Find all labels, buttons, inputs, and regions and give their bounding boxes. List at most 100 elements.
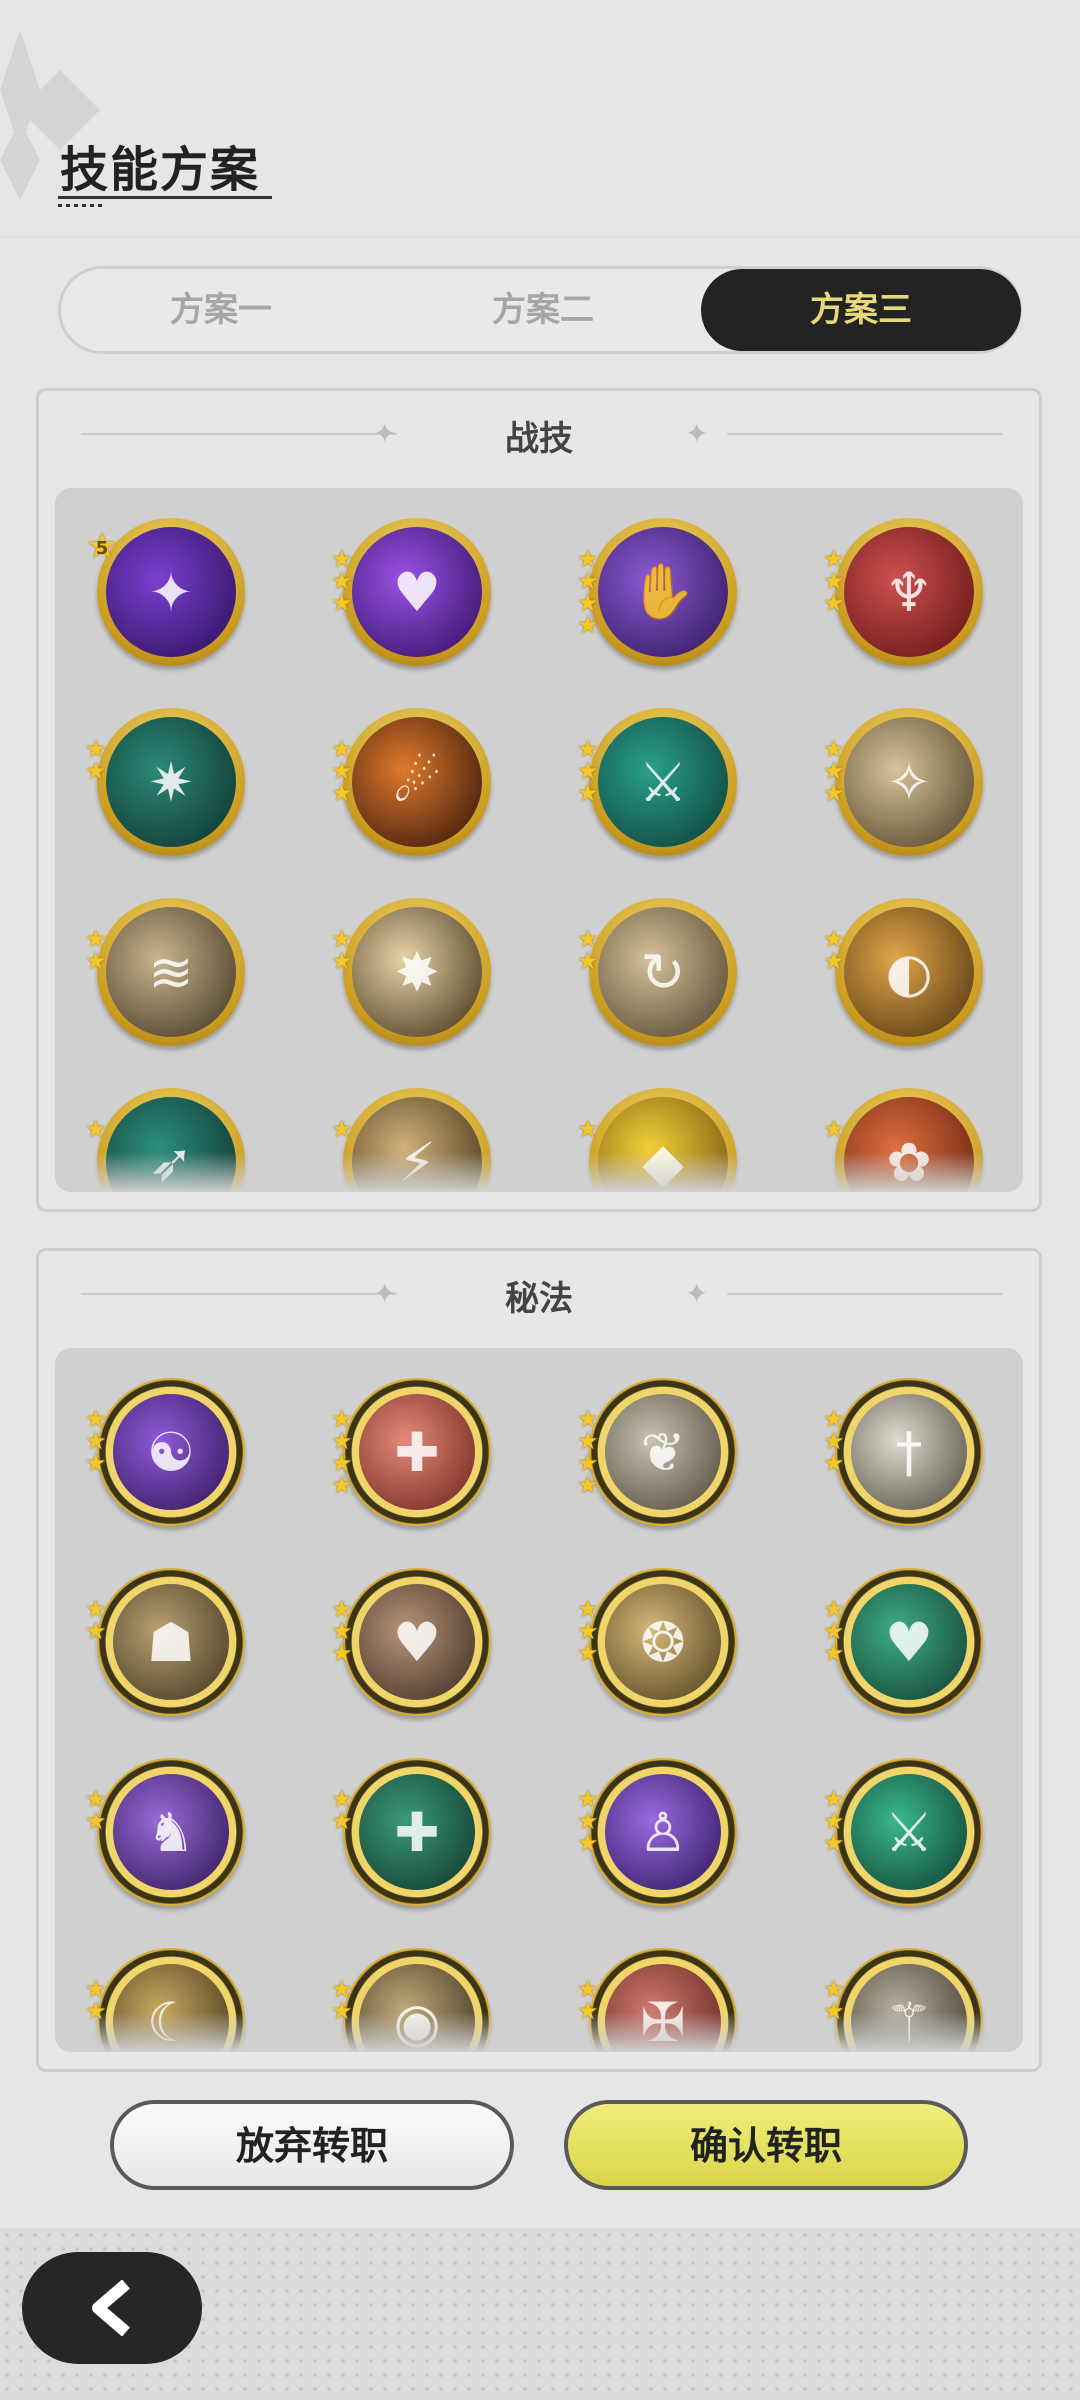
star-rating: ★ [85,1115,111,1143]
tab-plan-3[interactable]: 方案三 [701,269,1021,351]
icon-glyph: ♥ [392,560,442,624]
green-sword-burst-skill-icon[interactable]: ⚔ ★ ★ ★ [577,708,739,858]
star-icon: ★ [577,779,599,807]
star-rating: ★ ★ ★ [331,737,357,805]
icon-art: ♥ [352,527,482,657]
icon-frame: ❦ [589,1378,737,1526]
star-rating: ★ ★ ★ [823,547,849,615]
purple-orb-skill-icon[interactable]: ✦ ★ 5 [86,518,247,668]
star-icon: ★ [331,1471,353,1499]
icon-art: ✦ [106,527,236,657]
purple-claw-skill-icon[interactable]: ✋ ★ ★ ★ ★ [577,518,739,668]
tab-plan-2[interactable]: 方案二 [383,269,703,351]
icon-glyph: ⚔ [638,750,688,814]
secret-arts-panel: ✦ 秘法 ✦ ☯ ★ ★ ★ ✚ ★ ★ ★ ★ ❦ ★ ★ ★ ★ † ★ ★ ★ ☗ ★ ★ ♥ ★ ★ ★ ❂ ★ ★ ★ ♥ ★ ★ ★… [36,1248,1042,2072]
star-rating: ★ [331,1117,357,1141]
star-rating: ★ ★ ★ [331,547,357,615]
icon-glyph: ❦ [640,1420,686,1484]
gold-crescent-skill-icon[interactable]: ◐ ★ ★ [823,898,985,1048]
green-web-skill-icon[interactable]: ✷ ★ ★ [85,708,247,858]
icon-frame: ≋ [97,898,245,1046]
green-heal-circle-secret-icon[interactable]: ✚ ★ ★ [331,1758,493,1908]
star-icon: ★ [85,1807,107,1835]
fire-slash-skill-icon[interactable]: ☄ ★ ★ ★ [331,708,493,858]
icon-frame: ♙ [589,1758,737,1906]
silver-leaf-secret-icon[interactable]: ❦ ★ ★ ★ ★ [577,1378,739,1528]
icon-art: ≋ [106,907,236,1037]
divider-line [727,1293,1003,1295]
chevron-left-icon [92,2280,130,2336]
icon-glyph: ✚ [394,1420,440,1484]
star-rating: ★ ★ ★ [577,737,603,807]
purple-heart-burst-skill-icon[interactable]: ♥ ★ ★ ★ [331,518,493,668]
title-underline [58,196,272,199]
icon-frame: ☄ [343,708,491,856]
star-rating: ★ ★ [331,927,357,973]
combat-skills-panel: ✦ 战技 ✦ ✦ ★ 5 ♥ ★ ★ ★ ✋ ★ ★ ★ ★ ♆ ★ ★ ★ ✷ ★ ★ ☄ ★ ★ ★ ⚔ ★ ★ ★ ✧ ★ ★ ★ ≋ ★… [36,388,1042,1212]
icon-frame: ◐ [835,898,983,1046]
icon-frame: ✚ [343,1378,491,1526]
icon-art: ☄ [352,717,482,847]
icon-art: ✋ [598,527,728,657]
title-dots [58,204,106,207]
star-rating: ★ ★ ★ [823,1597,849,1667]
icon-frame: ♥ [343,518,491,666]
abandon-button[interactable]: 放弃转职 [110,2100,514,2190]
icon-frame: † [835,1378,983,1526]
star-icon: ★ [823,1639,845,1667]
green-sword-secret-icon[interactable]: ⚔ ★ ★ ★ [823,1758,985,1908]
section-title: 秘法 [505,1279,573,1319]
light-explosion-skill-icon[interactable]: ✸ ★ ★ [331,898,493,1048]
back-button[interactable] [22,2252,202,2364]
purple-figure-secret-icon[interactable]: ♙ ★ ★ ★ [577,1758,739,1908]
star-rating: ★ ★ ★ [823,737,849,807]
star-icon: ★ [85,1617,107,1645]
star-rating: ★ ★ [823,927,849,975]
star-rating: ★ ★ [85,1597,111,1645]
header: 技能方案 [0,0,1080,240]
star-rating: ★ [577,1115,603,1143]
star-icon: ★ [85,1115,107,1143]
star-icon: ★ [85,757,107,785]
icon-art: ❦ [605,1394,721,1510]
gold-vortex-secret-icon[interactable]: ❂ ★ ★ ★ [577,1568,739,1718]
icon-frame: ✚ [343,1758,491,1906]
gold-guardian-secret-icon[interactable]: ☗ ★ ★ [85,1568,247,1718]
icon-glyph: † [895,1420,923,1484]
gold-shield-burst-skill-icon[interactable]: ✧ ★ ★ ★ [823,708,985,858]
tab-plan-1[interactable]: 方案一 [61,269,381,351]
star-rating: ★ ★ ★ [823,1787,849,1855]
star-icon: ★ [577,1115,599,1143]
star-rating: ★ ★ ★ [331,1597,357,1665]
icon-glyph: ♞ [146,1800,196,1864]
heart-shield-secret-icon[interactable]: ♥ ★ ★ ★ [331,1568,493,1718]
icon-art: ☗ [113,1584,229,1700]
divider-star-icon: ✦ [685,417,709,450]
icon-art: ♥ [851,1584,967,1700]
icon-art: ↻ [598,907,728,1037]
icon-glyph: ✋ [629,560,697,623]
star-rating: ★ ★ [85,927,111,973]
icon-frame: ⚔ [589,708,737,856]
star-rating: ★ ★ [577,927,603,973]
combat-skill-grid[interactable]: ✦ ★ 5 ♥ ★ ★ ★ ✋ ★ ★ ★ ★ ♆ ★ ★ ★ ✷ ★ ★ ☄ ★ ★ ★ ⚔ ★ ★ ★ ✧ ★ ★ ★ ≋ ★ ★ ✸ ★ ★ ↻ ★ ★… [55,488,1023,1192]
silver-dagger-secret-icon[interactable]: † ★ ★ ★ [823,1378,985,1528]
icon-art: ❂ [605,1584,721,1700]
icon-glyph: ♥ [884,1610,934,1674]
red-figure-sword-skill-icon[interactable]: ♆ ★ ★ ★ [823,518,985,668]
red-sword-heal-secret-icon[interactable]: ✚ ★ ★ ★ ★ [331,1378,493,1528]
star-icon: ★ [823,1449,845,1477]
star-rating: ★ ★ [85,1787,111,1835]
icon-glyph: ✚ [394,1800,440,1864]
secret-arts-grid[interactable]: ☯ ★ ★ ★ ✚ ★ ★ ★ ★ ❦ ★ ★ ★ ★ † ★ ★ ★ ☗ ★ ★ ♥ ★ ★ ★ ❂ ★ ★ ★ ♥ ★ ★ ★ ♞ ★ ★ ✚ ★ ★ ♙… [55,1348,1023,2052]
spin-slash-skill-icon[interactable]: ↻ ★ ★ [577,898,739,1048]
green-heart-heal-secret-icon[interactable]: ♥ ★ ★ ★ [823,1568,985,1718]
wind-slash-skill-icon[interactable]: ≋ ★ ★ [85,898,247,1048]
icon-glyph: ✦ [148,560,194,624]
confirm-button[interactable]: 确认转职 [564,2100,968,2190]
star-icon: ★ [823,947,845,975]
star-icon: ★ [823,779,845,807]
purple-spirit-secret-icon[interactable]: ☯ ★ ★ ★ [85,1378,247,1528]
level-number: 5 [95,538,109,559]
purple-beast-secret-icon[interactable]: ♞ ★ ★ [85,1758,247,1908]
